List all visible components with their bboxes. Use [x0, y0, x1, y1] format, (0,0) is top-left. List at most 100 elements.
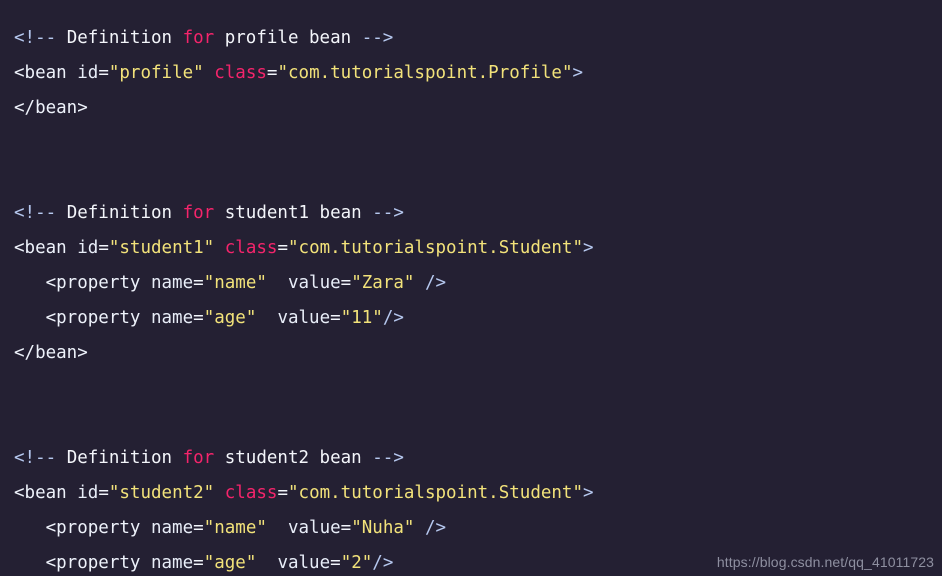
code-line[interactable]: [14, 161, 942, 196]
code-token-str: "com.tutorialspoint.Student": [288, 238, 584, 258]
code-token-punct: -->: [372, 203, 404, 223]
code-token-tag: <bean: [14, 238, 67, 258]
code-line[interactable]: <property name="age" value="11"/>: [14, 301, 942, 336]
code-token-punct: />: [424, 518, 447, 538]
code-token-eq: =: [193, 273, 204, 293]
code-token-eq: =: [266, 63, 278, 83]
code-line[interactable]: [14, 406, 942, 441]
code-token-eq: =: [277, 483, 288, 503]
code-token-attr: value: [277, 308, 331, 328]
code-token-punct: />: [424, 273, 447, 293]
code-editor-content[interactable]: <!-- Definition for profile bean --> <bea…: [0, 0, 942, 576]
code-token-str: "com.tutorialspoint.Profile": [277, 63, 573, 83]
code-token-punct: />: [372, 553, 394, 573]
code-token-str: "name": [203, 273, 267, 293]
code-token-eq: =: [98, 63, 109, 83]
code-token-eq: =: [193, 308, 204, 328]
code-line[interactable]: [14, 126, 942, 161]
code-token-text: student2 bean: [214, 448, 373, 468]
code-token-punct: />: [382, 308, 404, 328]
code-token-punct: >: [583, 238, 594, 258]
code-line[interactable]: <!-- Definition for profile bean -->: [14, 21, 942, 56]
code-line[interactable]: <!-- Definition for student1 bean -->: [14, 196, 942, 231]
code-token-eq: =: [98, 238, 109, 258]
code-line[interactable]: <bean id="student1" class="com.tutorials…: [14, 231, 942, 266]
code-line[interactable]: </bean>: [14, 336, 942, 371]
code-token-tag: <property: [45, 518, 141, 538]
code-token-tag: <property: [45, 553, 141, 573]
code-token-tag: <property: [45, 273, 141, 293]
watermark-url: https://blog.csdn.net/qq_41011723: [716, 554, 934, 570]
code-token-text: Definition: [56, 203, 183, 223]
code-token-attr: value: [277, 553, 331, 573]
code-token-str: "name": [203, 518, 267, 538]
code-token-attr: name: [150, 273, 194, 293]
code-token-punct: <!--: [14, 203, 57, 223]
code-token-punct: >: [583, 483, 594, 503]
code-token-eq: =: [340, 518, 352, 538]
code-token-tag: <property: [45, 308, 141, 328]
code-token-punct: -->: [372, 448, 404, 468]
code-token-text: student1 bean: [214, 203, 373, 223]
code-token-text: Definition: [56, 28, 183, 48]
code-token-eq: =: [330, 308, 341, 328]
code-token-str: "age": [203, 553, 257, 573]
code-line[interactable]: <property name="name" value="Zara" />: [14, 266, 942, 301]
code-token-attr: name: [150, 308, 194, 328]
code-token-str: "Nuha": [351, 518, 415, 538]
code-token-eq: =: [277, 238, 288, 258]
code-token-punct: <!--: [14, 28, 57, 48]
code-snippet-screenshot: <!-- Definition for profile bean --> <bea…: [0, 0, 942, 576]
code-token-attr: id: [77, 483, 99, 503]
code-token-str: "Zara": [351, 273, 415, 293]
code-token-str: "com.tutorialspoint.Student": [288, 483, 584, 503]
code-token-key: for: [182, 28, 215, 48]
code-token-num: "11": [340, 308, 383, 328]
code-token-attr: name: [150, 553, 194, 573]
code-token-attr: value: [287, 518, 341, 538]
code-token-punct: <!--: [14, 448, 57, 468]
code-line[interactable]: <property name="name" value="Nuha" />: [14, 511, 942, 546]
code-token-eq: =: [98, 483, 109, 503]
code-token-eq: =: [193, 553, 204, 573]
code-token-punct: >: [572, 63, 584, 83]
code-token-key: for: [182, 448, 215, 468]
code-token-punct: -->: [361, 28, 394, 48]
code-token-attr: id: [77, 238, 99, 258]
code-line[interactable]: <!-- Definition for student2 bean -->: [14, 441, 942, 476]
code-token-num: "2": [340, 553, 373, 573]
code-token-key: class: [224, 483, 278, 503]
code-token-eq: =: [340, 273, 352, 293]
code-token-str: "age": [203, 308, 257, 328]
code-token-tag: </bean>: [14, 343, 88, 363]
code-token-key: class: [224, 238, 278, 258]
code-token-eq: =: [330, 553, 341, 573]
code-token-text: profile bean: [214, 28, 362, 48]
code-token-str: "student2": [108, 483, 215, 503]
code-line[interactable]: <bean id="profile" class="com.tutorialsp…: [14, 56, 942, 91]
code-token-key: for: [182, 203, 215, 223]
code-line[interactable]: [14, 371, 942, 406]
code-token-str: "student1": [108, 238, 215, 258]
code-token-attr: name: [150, 518, 194, 538]
code-token-str: "profile": [108, 63, 204, 83]
code-line[interactable]: </bean>: [14, 91, 942, 126]
code-line[interactable]: <bean id="student2" class="com.tutorials…: [14, 476, 942, 511]
